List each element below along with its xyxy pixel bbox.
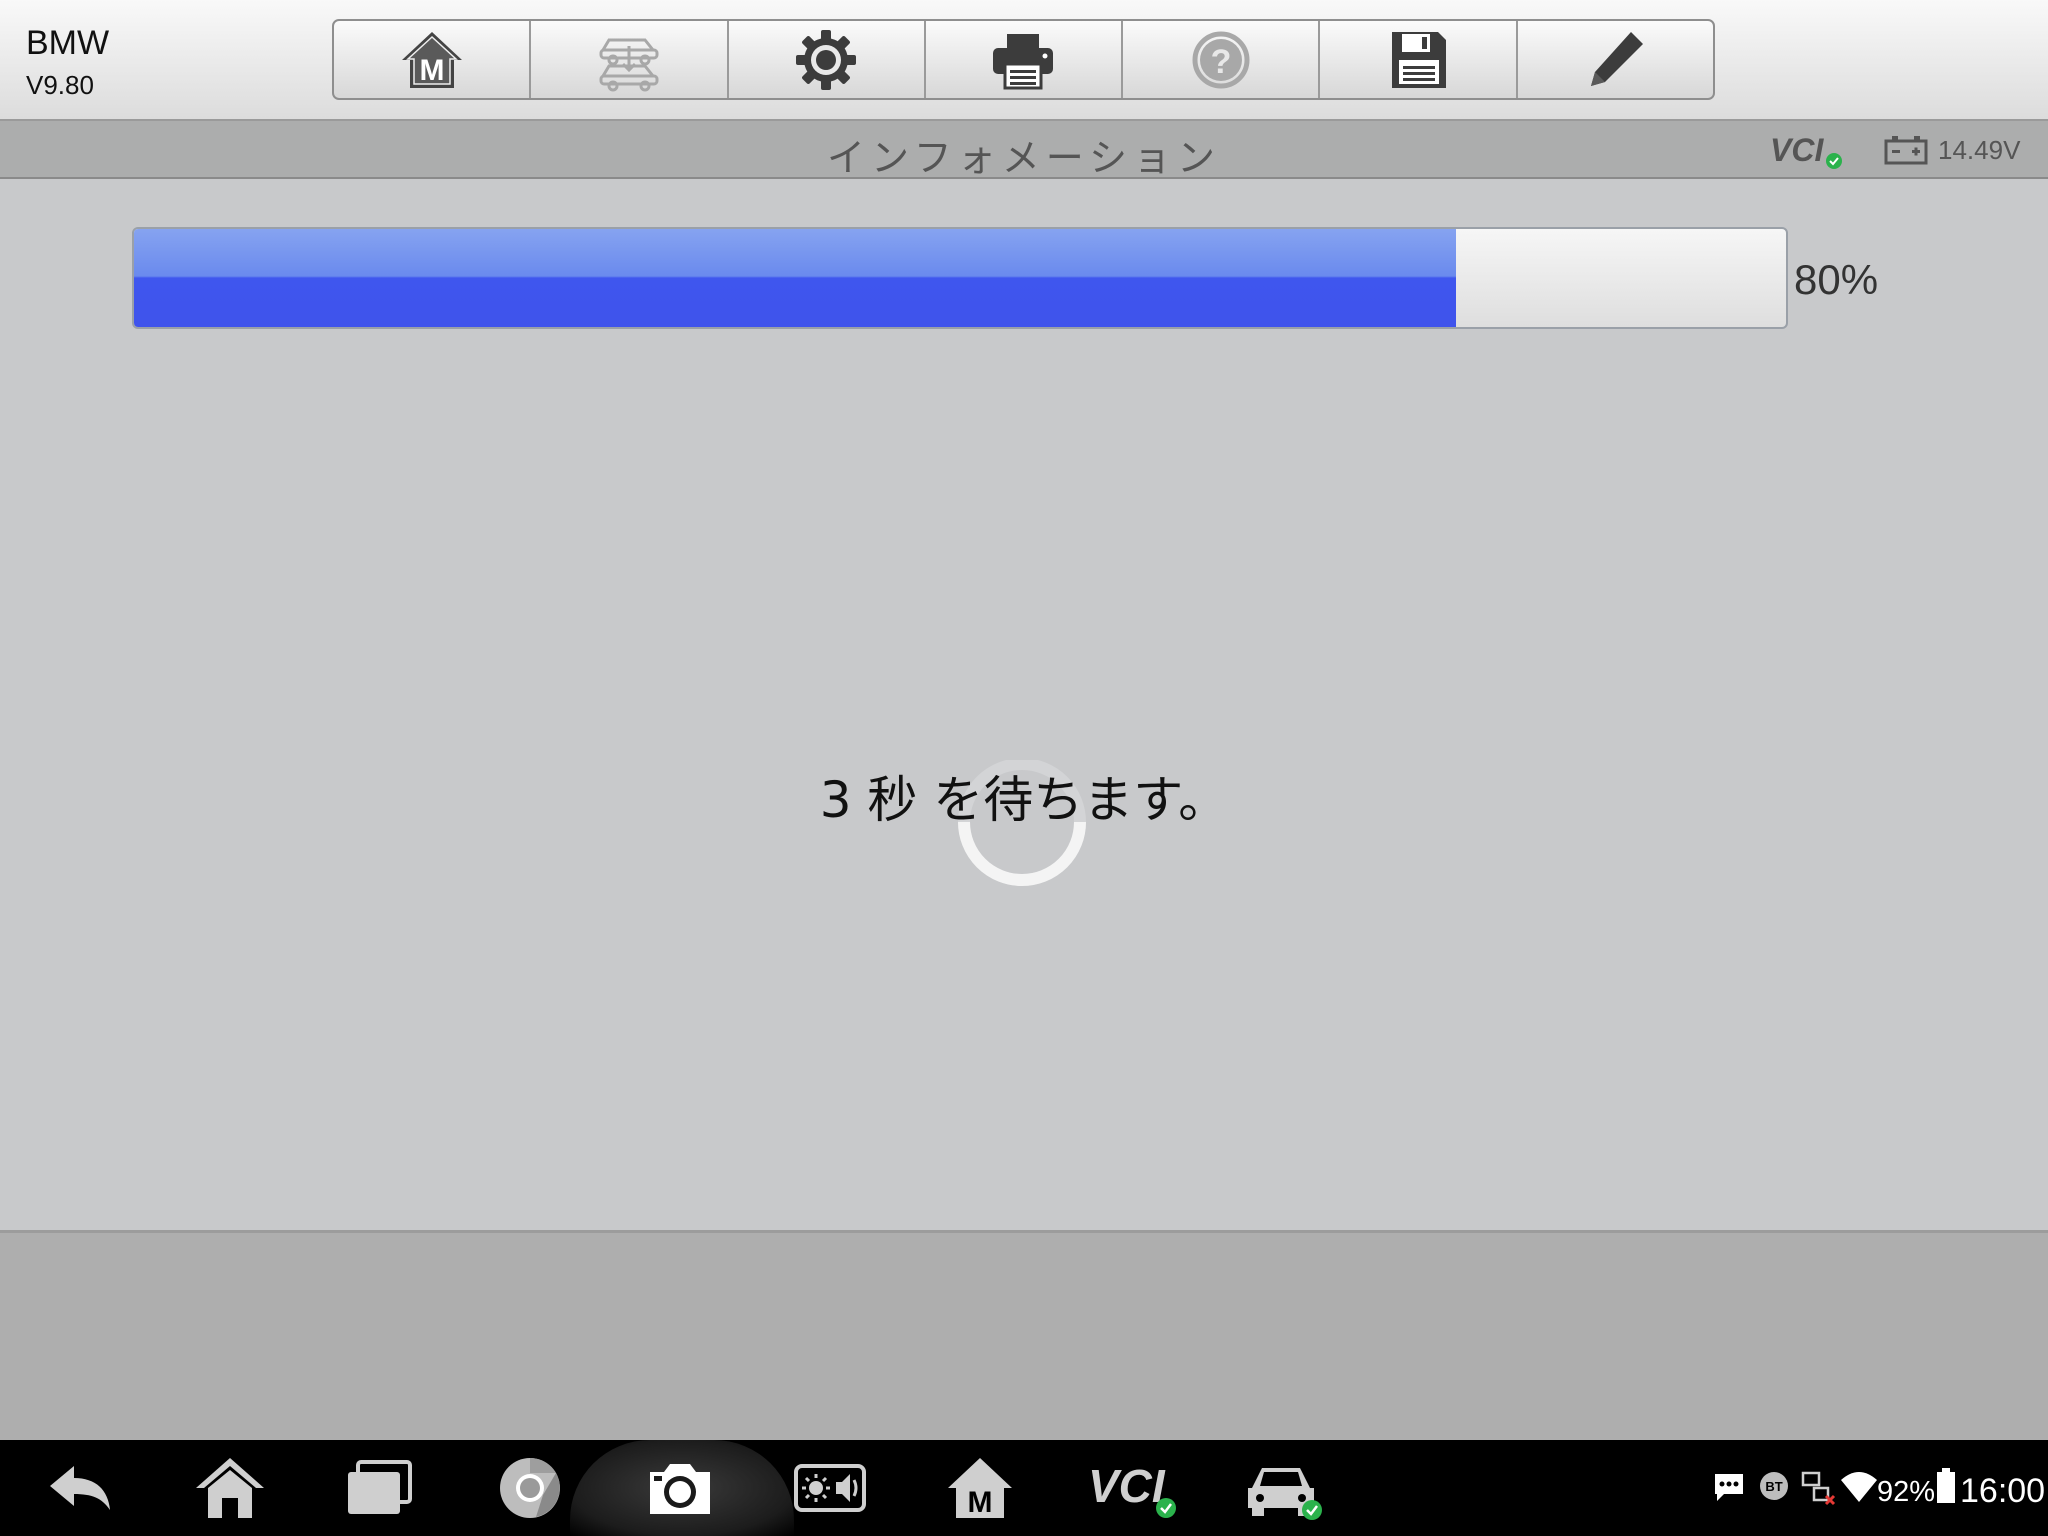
vehicle-swap-icon xyxy=(599,38,659,91)
help-icon: ? xyxy=(1192,31,1250,88)
maxisys-home-icon: M xyxy=(948,1458,1012,1519)
recent-apps-button[interactable] xyxy=(344,1452,416,1524)
vehicle-swap-button[interactable] xyxy=(531,21,729,98)
battery-percent: 92% xyxy=(1877,1476,1936,1508)
home-nav-button[interactable] xyxy=(194,1452,266,1524)
home-m-icon: M xyxy=(401,31,462,88)
battery-voltage: 14.49V xyxy=(1938,135,2021,165)
network-disconnected-icon xyxy=(1801,1471,1836,1506)
print-button[interactable] xyxy=(926,21,1124,98)
recent-apps-icon xyxy=(348,1460,412,1514)
title-bar: インフォメーション VCI 14.49V xyxy=(0,121,2048,180)
save-button[interactable] xyxy=(1320,21,1518,98)
vci-nav-label: VCI xyxy=(1088,1460,1166,1512)
progress-fill xyxy=(134,229,1456,327)
app-title: BMW xyxy=(26,24,110,62)
vci-status-icon: VCI xyxy=(1770,132,1842,169)
wifi-icon xyxy=(1841,1472,1877,1502)
progress-percent: 80% xyxy=(1794,256,1879,303)
app-header: BMW V9.80 M ? xyxy=(0,0,2048,121)
battery-icon xyxy=(1884,136,1928,165)
chrome-icon xyxy=(500,1458,560,1518)
page-title: インフォメーション xyxy=(826,136,1222,180)
vci-button[interactable]: VCI xyxy=(1084,1452,1184,1524)
battery-status-icon xyxy=(1937,1468,1955,1503)
bluetooth-icon: BT xyxy=(1760,1472,1788,1500)
svg-text:M: M xyxy=(968,1486,993,1519)
vci-status-label: VCI xyxy=(1770,132,1824,168)
back-button[interactable] xyxy=(44,1452,116,1524)
toolbar: M ? xyxy=(332,19,1715,100)
brightness-volume-icon xyxy=(794,1464,866,1512)
car-connect-button[interactable] xyxy=(1244,1452,1328,1524)
camera-button[interactable] xyxy=(644,1452,716,1524)
back-icon xyxy=(50,1466,110,1510)
home-icon xyxy=(196,1458,264,1518)
chrome-button[interactable] xyxy=(494,1452,566,1524)
camera-icon xyxy=(650,1464,710,1514)
gear-icon xyxy=(796,29,857,90)
bluetooth-label: BT xyxy=(1765,1479,1782,1494)
pencil-icon xyxy=(1591,31,1644,86)
printer-icon xyxy=(993,33,1054,89)
svg-text:M: M xyxy=(419,54,444,87)
clock: 16:00 xyxy=(1960,1472,2046,1510)
car-connect-icon xyxy=(1248,1468,1322,1520)
progress-bar xyxy=(132,227,1788,329)
chat-icon xyxy=(1715,1474,1743,1501)
edit-button[interactable] xyxy=(1518,21,1713,98)
wait-message: 3 秒 を待ちます。 xyxy=(819,771,1229,829)
brightness-volume-button[interactable] xyxy=(794,1452,866,1524)
save-icon xyxy=(1392,31,1447,88)
maxisys-home-button[interactable]: M xyxy=(944,1452,1016,1524)
vci-icon: VCI xyxy=(1088,1460,1176,1518)
settings-button[interactable] xyxy=(729,21,926,98)
help-button[interactable]: ? xyxy=(1123,21,1321,98)
svg-text:?: ? xyxy=(1210,43,1231,81)
home-button[interactable]: M xyxy=(334,21,532,98)
app-version: V9.80 xyxy=(26,70,94,100)
footer-area xyxy=(0,1230,2048,1443)
system-navigation-bar: M VCI BT xyxy=(0,1440,2048,1536)
